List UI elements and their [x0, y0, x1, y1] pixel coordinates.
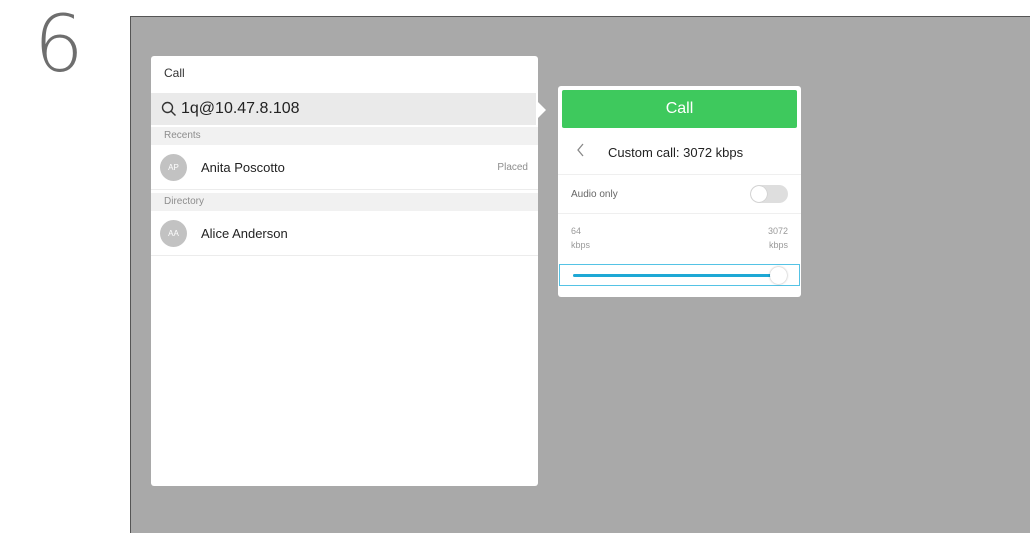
- chevron-left-icon[interactable]: [576, 143, 586, 162]
- call-panel: Call 1q@10.47.8.108 Recents AP Anita Pos…: [151, 56, 538, 486]
- contact-name: Alice Anderson: [201, 225, 288, 241]
- avatar: AA: [160, 219, 187, 247]
- audio-only-row: Audio only: [558, 174, 801, 214]
- step-number: 6: [34, 0, 84, 90]
- contact-status: Placed: [497, 161, 528, 173]
- contact-row-alice-anderson[interactable]: AA Alice Anderson: [151, 211, 538, 256]
- range-max-unit: kbps: [768, 240, 788, 250]
- range-max: 3072 kbps: [768, 224, 788, 252]
- range-min-value: 64: [571, 226, 582, 236]
- search-icon: [161, 101, 177, 117]
- slider-fill: [573, 274, 778, 277]
- bitrate-slider[interactable]: [559, 264, 800, 286]
- avatar: AP: [160, 153, 187, 181]
- custom-call-row: Custom call: 3072 kbps: [558, 132, 801, 172]
- contact-row-anita-poscotto[interactable]: AP Anita Poscotto Placed: [151, 145, 538, 190]
- recents-header: Recents: [151, 127, 538, 145]
- audio-only-label: Audio only: [571, 188, 618, 200]
- range-min-unit: kbps: [571, 240, 591, 250]
- screen-area: Call 1q@10.47.8.108 Recents AP Anita Pos…: [130, 16, 1030, 533]
- panel-title: Call: [164, 66, 185, 80]
- directory-header: Directory: [151, 193, 538, 211]
- range-max-value: 3072: [767, 226, 788, 236]
- call-button[interactable]: Call: [562, 90, 797, 128]
- search-value: 1q@10.47.8.108: [181, 100, 300, 117]
- popup-pointer: [537, 101, 546, 119]
- contact-name: Anita Poscotto: [201, 159, 285, 175]
- search-input[interactable]: 1q@10.47.8.108: [151, 93, 536, 125]
- audio-only-toggle[interactable]: [750, 185, 788, 203]
- toggle-knob: [751, 186, 767, 202]
- slider-handle[interactable]: [770, 267, 787, 284]
- range-min: 64 kbps: [571, 224, 590, 252]
- custom-call-label: Custom call: 3072 kbps: [608, 144, 744, 160]
- slider-track: [573, 267, 787, 284]
- call-settings-popup: Call Custom call: 3072 kbps Audio only 6…: [558, 86, 801, 297]
